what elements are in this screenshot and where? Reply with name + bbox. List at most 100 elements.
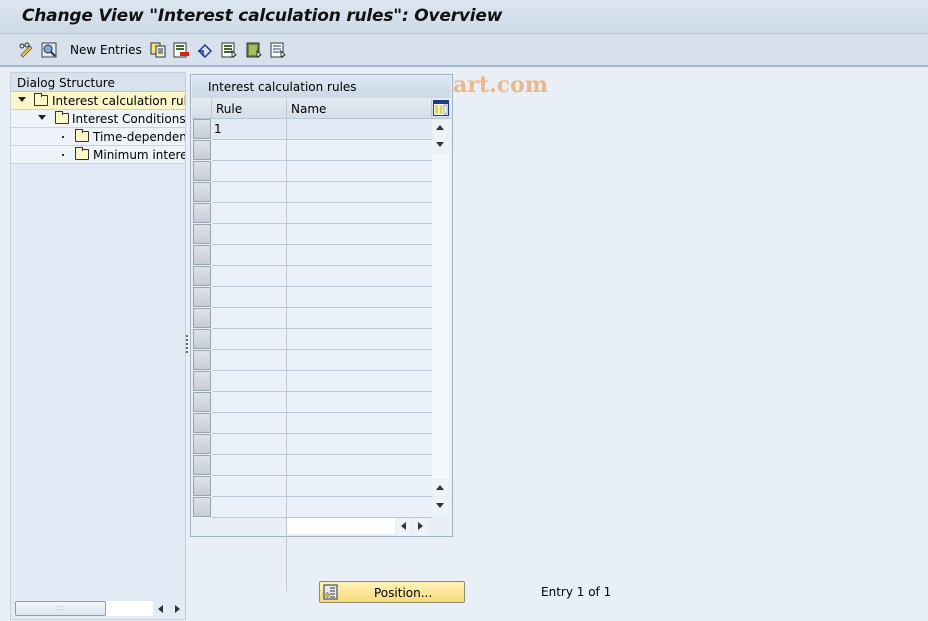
cell-rule[interactable] — [212, 140, 287, 161]
row-selector[interactable] — [193, 350, 211, 370]
undo-change-icon — [197, 43, 213, 58]
delete-button[interactable] — [173, 41, 189, 59]
row-selector[interactable] — [193, 266, 211, 286]
cell-name[interactable] — [287, 287, 432, 308]
cell-rule[interactable] — [212, 245, 287, 266]
cell-name[interactable] — [287, 329, 432, 350]
row-selector[interactable] — [193, 245, 211, 265]
cell-rule[interactable] — [212, 329, 287, 350]
display-change-button[interactable] — [18, 41, 34, 59]
new-entries-button[interactable]: New Entries — [70, 41, 142, 59]
cell-name[interactable] — [287, 455, 432, 476]
scroll-track[interactable] — [106, 601, 153, 616]
column-config-icon — [433, 100, 449, 116]
cell-rule[interactable] — [212, 308, 287, 329]
cell-name[interactable] — [287, 392, 432, 413]
cell-name[interactable] — [287, 308, 432, 329]
arrow-up-icon — [436, 125, 444, 130]
table-settings-button[interactable] — [432, 99, 451, 119]
cell-name[interactable] — [287, 371, 432, 392]
row-selector[interactable] — [193, 308, 211, 328]
row-selector[interactable] — [193, 497, 211, 517]
cell-name[interactable] — [287, 182, 432, 203]
cell-name[interactable] — [287, 350, 432, 371]
select-all-button[interactable] — [221, 41, 237, 59]
cell-name[interactable] — [287, 413, 432, 434]
cell-name[interactable] — [287, 245, 432, 266]
expand-triangle-icon[interactable] — [38, 115, 46, 120]
cell-rule[interactable] — [212, 224, 287, 245]
copy-as-button[interactable] — [150, 41, 166, 59]
find-button[interactable] — [41, 41, 57, 59]
bullet-icon — [62, 136, 64, 138]
cell-rule[interactable] — [212, 161, 287, 182]
row-selector[interactable] — [193, 224, 211, 244]
select-block-icon — [246, 42, 262, 58]
row-selector[interactable] — [193, 434, 211, 454]
select-block-button[interactable] — [246, 41, 262, 59]
row-selector[interactable] — [193, 182, 211, 202]
row-selector[interactable] — [193, 287, 211, 307]
position-button[interactable]: Position... — [319, 581, 465, 603]
column-header-rule[interactable]: Rule — [212, 99, 287, 119]
row-selector[interactable] — [193, 161, 211, 181]
row-selector[interactable] — [193, 203, 211, 223]
tree-node-label: Time-dependent — [93, 130, 185, 144]
dialog-structure-hscrollbar[interactable]: ∷ — [13, 601, 183, 617]
scroll-left-button[interactable] — [397, 518, 411, 534]
tree-node-interest-calculation-rules[interactable]: Interest calculation rules — [11, 92, 185, 110]
row-selector[interactable] — [193, 455, 211, 475]
scroll-right-icon[interactable] — [175, 605, 180, 613]
row-selector[interactable] — [193, 329, 211, 349]
cell-rule[interactable] — [212, 287, 287, 308]
tree-node-minimum-interest[interactable]: Minimum interest — [11, 146, 185, 164]
cell-name[interactable] — [287, 497, 432, 518]
tree-node-interest-conditions[interactable]: Interest Conditions — [11, 110, 185, 128]
vertical-scroll-track[interactable] — [432, 154, 449, 479]
row-selector[interactable] — [193, 140, 211, 160]
cell-rule[interactable] — [212, 266, 287, 287]
horizontal-scroll-track[interactable] — [287, 518, 395, 534]
row-selector[interactable] — [193, 476, 211, 496]
scroll-up-button-bottom[interactable] — [432, 480, 449, 496]
undo-change-button[interactable] — [197, 41, 213, 59]
row-selector[interactable] — [193, 371, 211, 391]
deselect-all-button[interactable] — [270, 41, 286, 59]
table-title: Interest calculation rules — [192, 76, 451, 98]
cell-name[interactable] — [287, 119, 432, 140]
cell-name[interactable] — [287, 434, 432, 455]
cell-rule[interactable] — [212, 413, 287, 434]
cell-rule[interactable] — [212, 455, 287, 476]
cell-rule[interactable] — [212, 350, 287, 371]
tree-node-time-dependent[interactable]: Time-dependent — [11, 128, 185, 146]
cell-rule[interactable] — [212, 392, 287, 413]
expand-triangle-icon[interactable] — [18, 97, 26, 102]
cell-name[interactable] — [287, 140, 432, 161]
tree-node-label: Interest Conditions — [72, 112, 185, 126]
scroll-down-button-bottom[interactable] — [432, 498, 449, 514]
panel-splitter[interactable] — [186, 335, 189, 355]
column-header-name[interactable]: Name — [287, 99, 432, 119]
row-selector[interactable] — [193, 119, 211, 139]
cell-rule[interactable] — [212, 476, 287, 497]
cell-name[interactable] — [287, 224, 432, 245]
scroll-down-button[interactable] — [432, 137, 449, 153]
row-selector[interactable] — [193, 413, 211, 433]
scroll-right-button[interactable] — [413, 518, 427, 534]
cell-rule[interactable] — [212, 434, 287, 455]
cell-name[interactable] — [287, 476, 432, 497]
select-all-rows-header[interactable] — [192, 99, 212, 119]
cell-name[interactable] — [287, 203, 432, 224]
cell-rule[interactable] — [212, 182, 287, 203]
row-selector[interactable] — [193, 392, 211, 412]
cell-rule[interactable] — [212, 497, 287, 518]
cell-rule[interactable] — [212, 203, 287, 224]
scroll-thumb[interactable]: ∷ — [15, 601, 106, 616]
scroll-up-button[interactable] — [432, 120, 449, 136]
dialog-structure-header: Dialog Structure — [11, 73, 185, 92]
cell-name[interactable] — [287, 266, 432, 287]
scroll-left-icon[interactable] — [158, 605, 163, 613]
cell-name[interactable] — [287, 161, 432, 182]
cell-rule[interactable]: 1 — [212, 119, 287, 140]
cell-rule[interactable] — [212, 371, 287, 392]
